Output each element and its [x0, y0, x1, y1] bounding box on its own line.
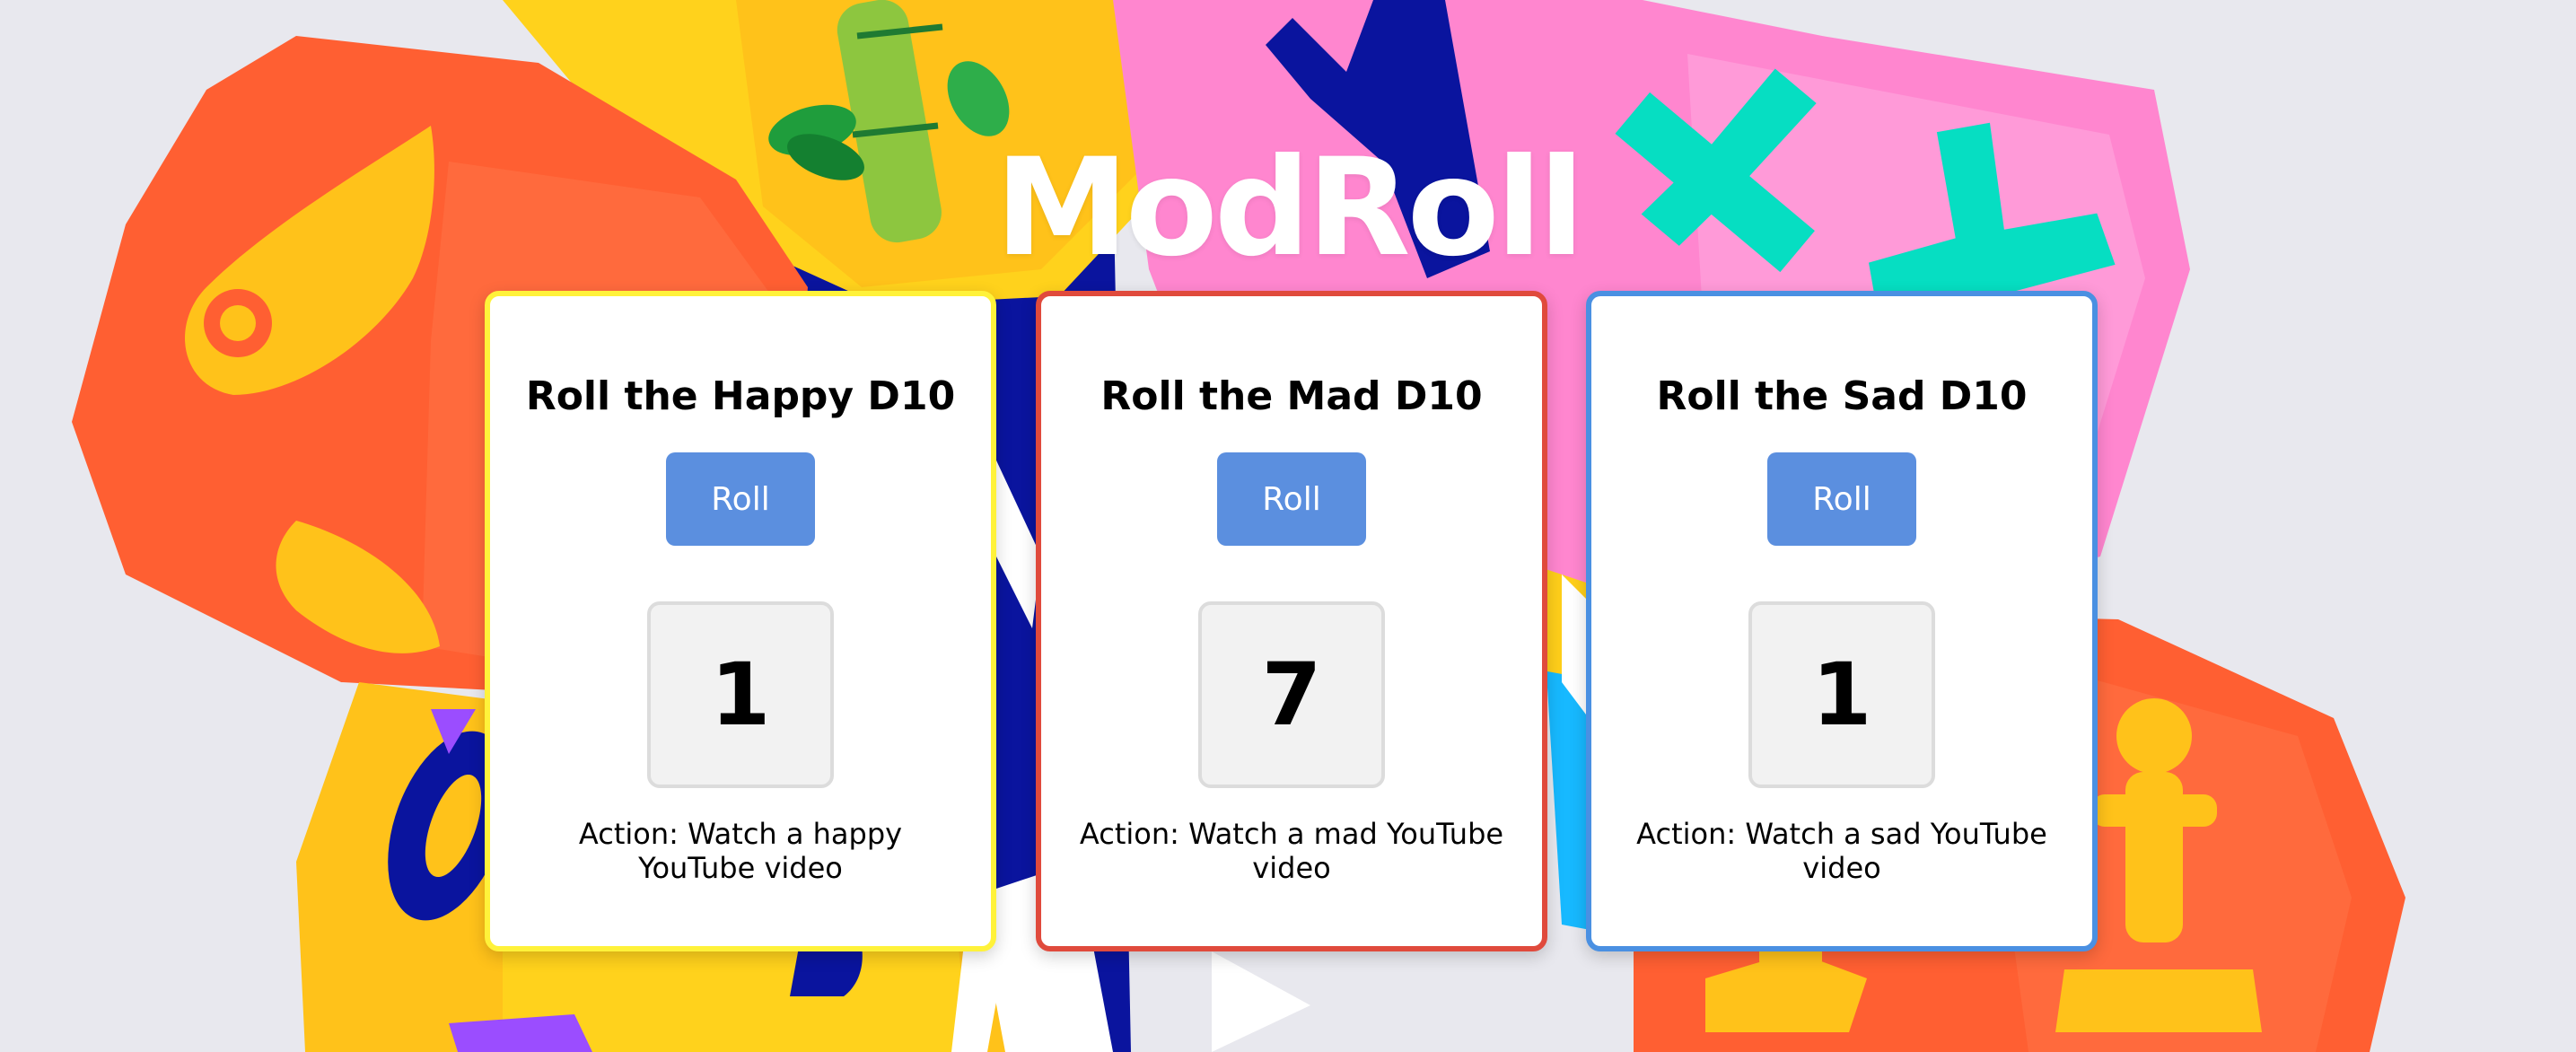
roll-mad-button[interactable]: Roll — [1217, 452, 1366, 546]
action-text: Action: Watch a mad YouTube video — [1079, 817, 1504, 885]
roll-sad-button[interactable]: Roll — [1767, 452, 1916, 546]
die-result: 1 — [1748, 601, 1935, 788]
happy-die-card: Roll the Happy D10 Roll 1 Action: Watch … — [485, 291, 996, 951]
card-title: Roll the Mad D10 — [1100, 373, 1483, 419]
die-result: 1 — [647, 601, 834, 788]
mad-die-card: Roll the Mad D10 Roll 7 Action: Watch a … — [1036, 291, 1547, 951]
play-icon — [1212, 951, 1310, 1052]
die-result: 7 — [1198, 601, 1385, 788]
sad-die-card: Roll the Sad D10 Roll 1 Action: Watch a … — [1586, 291, 2098, 951]
roll-happy-button[interactable]: Roll — [666, 452, 815, 546]
card-title: Roll the Sad D10 — [1656, 373, 2028, 419]
card-title: Roll the Happy D10 — [525, 373, 956, 419]
action-text: Action: Watch a sad YouTube video — [1636, 817, 2047, 885]
app-title: ModRoll — [994, 130, 1584, 286]
action-text: Action: Watch a happy YouTube video — [578, 817, 903, 885]
